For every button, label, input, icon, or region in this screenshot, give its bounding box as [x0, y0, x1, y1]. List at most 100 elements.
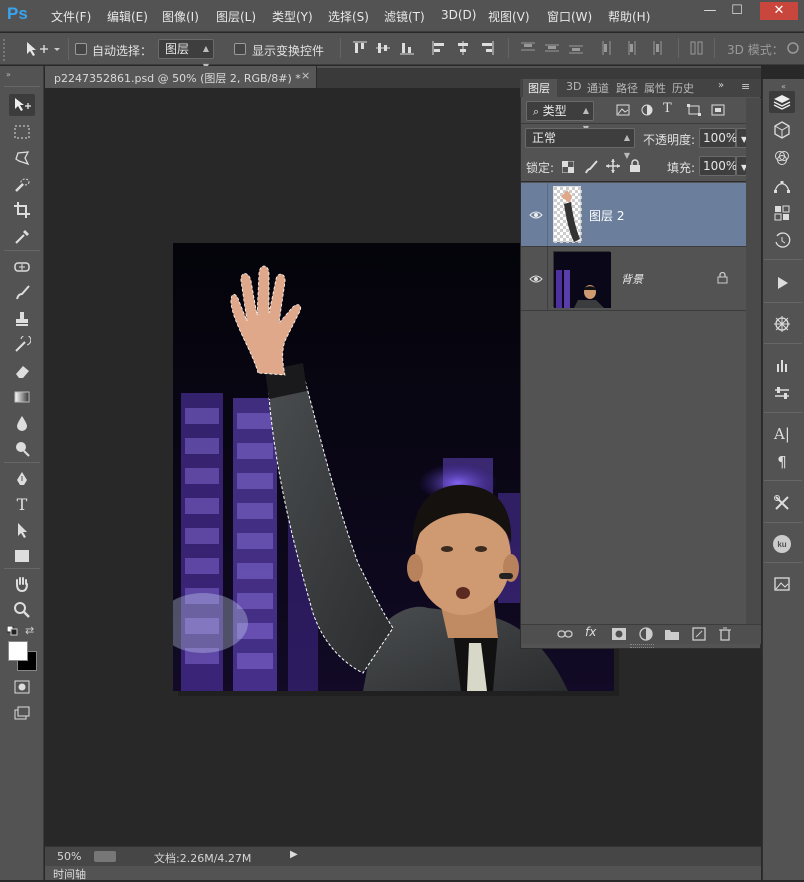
3d-rotate-icon[interactable]: [785, 40, 801, 56]
layer-name[interactable]: 图层 2: [589, 207, 624, 224]
tab-channels[interactable]: 通道: [587, 80, 609, 96]
clone-stamp-tool-icon[interactable]: [9, 308, 35, 330]
menu-window[interactable]: 窗口(W): [547, 8, 592, 25]
fill-input[interactable]: 100%: [699, 156, 737, 176]
eraser-tool-icon[interactable]: [9, 360, 35, 382]
tool-presets-icon[interactable]: [769, 382, 795, 404]
hand-tool-icon[interactable]: [9, 573, 35, 595]
menu-edit[interactable]: 编辑(E): [107, 8, 148, 25]
layer-effects-icon[interactable]: fx: [585, 625, 596, 639]
align-hcenter-icon[interactable]: [455, 40, 471, 56]
grip-handle[interactable]: [3, 39, 6, 61]
navigator-panel-icon[interactable]: [769, 313, 795, 335]
layers-panel-icon[interactable]: [769, 91, 795, 113]
path-selection-tool-icon[interactable]: [9, 519, 35, 541]
panel-resize-handle[interactable]: [630, 644, 654, 648]
menu-layer[interactable]: 图层(L): [216, 8, 256, 25]
paragraph-panel-icon[interactable]: ¶: [769, 451, 795, 473]
character-panel-icon[interactable]: A|: [769, 423, 795, 445]
add-mask-icon[interactable]: [612, 628, 626, 640]
brush-presets-icon[interactable]: [769, 354, 795, 376]
history-panel-icon[interactable]: [769, 230, 795, 252]
blend-mode-dropdown[interactable]: 正常 ▲ ▼: [525, 128, 635, 160]
screen-mode-icon[interactable]: [9, 702, 35, 724]
status-menu-arrow-icon[interactable]: ▶: [290, 849, 298, 860]
lock-image-brush-icon[interactable]: [584, 160, 598, 174]
quick-mask-icon[interactable]: [9, 676, 35, 698]
layer-filter-dropdown[interactable]: ⌕ 类型▲▼: [526, 101, 594, 133]
lasso-tool-icon[interactable]: [9, 147, 35, 169]
lock-all-icon[interactable]: [629, 159, 641, 173]
properties-panel-icon[interactable]: [769, 202, 795, 224]
menu-filter[interactable]: 滤镜(T): [384, 8, 425, 25]
layer-name[interactable]: 背景: [621, 271, 643, 287]
menu-image[interactable]: 图像(I): [162, 8, 199, 25]
dodge-tool-icon[interactable]: [9, 438, 35, 460]
distribute-right-icon[interactable]: [648, 40, 664, 56]
tab-history[interactable]: 历史: [672, 80, 694, 96]
distribute-left-icon[interactable]: [600, 40, 616, 56]
align-left-icon[interactable]: [431, 40, 447, 56]
auto-select-checkbox[interactable]: [75, 43, 87, 55]
document-tab[interactable]: p2247352861.psd @ 50% (图层 2, RGB/8#) *: [45, 66, 317, 88]
layer-row[interactable]: 背景: [521, 247, 746, 310]
filter-smart-object-icon[interactable]: [711, 104, 725, 116]
menu-type[interactable]: 类型(Y): [272, 8, 313, 25]
minimize-button[interactable]: —: [697, 2, 723, 20]
close-tab-icon[interactable]: ×: [301, 69, 310, 82]
align-vcenter-icon[interactable]: [375, 40, 391, 56]
healing-brush-tool-icon[interactable]: [9, 256, 35, 278]
zoom-level[interactable]: 50%: [57, 850, 81, 863]
marquee-tool-icon[interactable]: [9, 121, 35, 143]
distribute-hcenter-icon[interactable]: [624, 40, 640, 56]
3d-panel-icon[interactable]: [769, 119, 795, 141]
dock-collapse-icon[interactable]: «: [781, 82, 786, 91]
layer-row-selected[interactable]: 图层 2: [521, 183, 746, 246]
blur-tool-icon[interactable]: [9, 412, 35, 434]
gradient-tool-icon[interactable]: [9, 386, 35, 408]
layers-scrollbar[interactable]: [746, 98, 761, 624]
visibility-eye-icon[interactable]: [529, 273, 543, 283]
menu-view[interactable]: 视图(V): [488, 8, 530, 25]
tab-layers[interactable]: 图层: [528, 80, 550, 96]
new-group-icon[interactable]: [665, 628, 679, 640]
image-panel-icon[interactable]: [769, 573, 795, 595]
eyedropper-tool-icon[interactable]: [9, 226, 35, 248]
move-tool-preset-icon[interactable]: [24, 39, 64, 59]
delete-layer-icon[interactable]: [719, 627, 731, 641]
history-brush-tool-icon[interactable]: [9, 334, 35, 356]
collapse-arrows-icon[interactable]: »: [6, 70, 11, 79]
align-top-icon[interactable]: [352, 40, 368, 56]
swap-colors-icon[interactable]: ⇄: [25, 624, 34, 637]
maximize-button[interactable]: ☐: [724, 2, 750, 20]
distribute-top-icon[interactable]: [520, 40, 536, 56]
kuler-icon[interactable]: ku: [769, 533, 795, 555]
panel-menu-icon[interactable]: ≡: [741, 80, 750, 93]
distribute-vcenter-icon[interactable]: [544, 40, 560, 56]
brush-tool-icon[interactable]: [9, 282, 35, 304]
rectangle-tool-icon[interactable]: [9, 545, 35, 567]
filter-adjustment-icon[interactable]: [640, 104, 654, 116]
link-layers-icon[interactable]: [557, 628, 573, 640]
type-tool-icon[interactable]: T: [9, 493, 35, 515]
foreground-color-swatch[interactable]: [8, 641, 28, 661]
move-tool-icon[interactable]: [9, 94, 35, 116]
align-bottom-icon[interactable]: [399, 40, 415, 56]
zoom-tool-icon[interactable]: [9, 599, 35, 621]
tools-crossed-icon[interactable]: [769, 492, 795, 514]
tab-paths[interactable]: 路径: [616, 80, 638, 96]
menu-select[interactable]: 选择(S): [328, 8, 369, 25]
panel-expand-icon[interactable]: »: [718, 80, 724, 91]
visibility-eye-icon[interactable]: [529, 209, 543, 219]
show-transform-checkbox[interactable]: [234, 43, 246, 55]
tab-3d[interactable]: 3D: [566, 80, 581, 93]
align-right-icon[interactable]: [479, 40, 495, 56]
menu-file[interactable]: 文件(F): [51, 8, 91, 25]
auto-select-dropdown[interactable]: 图层▲▼: [158, 39, 214, 71]
lock-transparent-icon[interactable]: [561, 160, 575, 174]
timeline-panel-tab[interactable]: 时间轴: [45, 866, 761, 881]
lock-position-icon[interactable]: [606, 159, 620, 173]
tab-properties[interactable]: 属性: [644, 80, 666, 96]
adjustment-layer-icon[interactable]: [639, 627, 653, 641]
filter-shape-icon[interactable]: [687, 104, 701, 116]
